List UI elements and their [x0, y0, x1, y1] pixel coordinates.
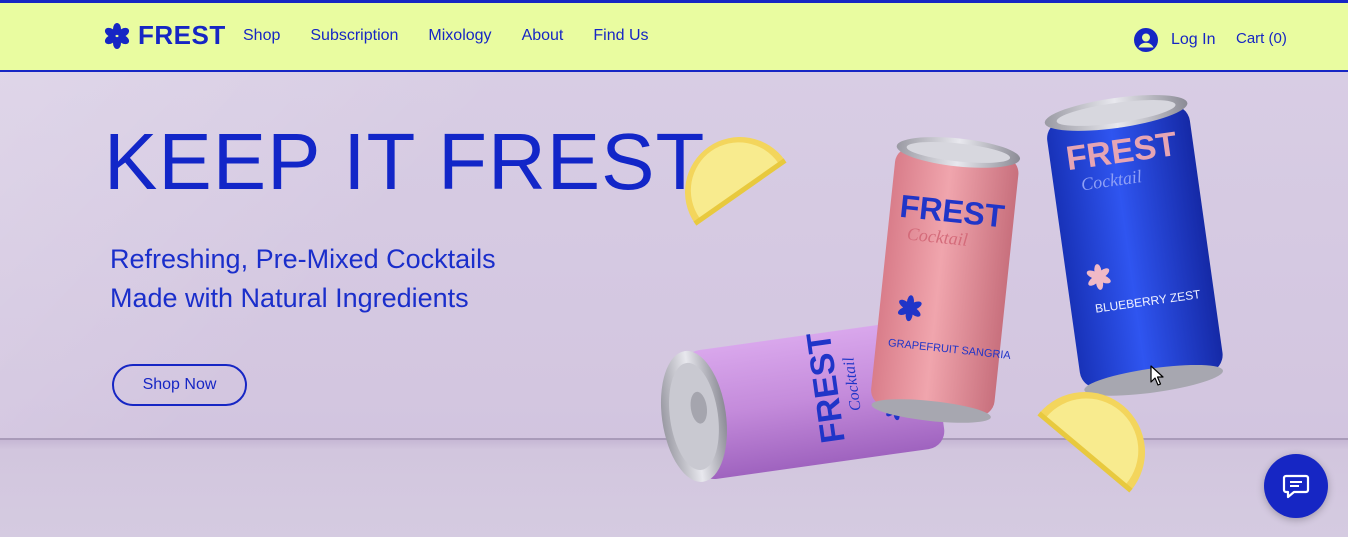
hero-section: KEEP IT FREST Refreshing, Pre-Mixed Cock…	[0, 72, 1348, 537]
nav-item-find-us[interactable]: Find Us	[593, 27, 648, 45]
hero-subtitle: Refreshing, Pre-Mixed Cocktails Made wit…	[110, 240, 496, 318]
mouse-cursor-icon	[1150, 365, 1164, 386]
chat-bubble-icon	[1282, 474, 1310, 499]
nav-item-mixology[interactable]: Mixology	[428, 27, 491, 45]
hero-subtitle-line-1: Refreshing, Pre-Mixed Cocktails	[110, 244, 496, 274]
login-label: Log In	[1171, 31, 1216, 48]
asterisk-flower-icon	[104, 22, 130, 49]
nav-item-about[interactable]: About	[522, 27, 564, 45]
site-header: FREST Shop Subscription Mixology About F…	[0, 0, 1348, 72]
cart-link[interactable]: Cart (0)	[1236, 30, 1287, 47]
shop-now-button[interactable]: Shop Now	[112, 364, 247, 406]
user-avatar-icon	[1134, 28, 1158, 52]
brand-name: FREST	[138, 20, 226, 50]
chat-button[interactable]	[1264, 454, 1328, 518]
login-button[interactable]: Log In	[1134, 28, 1215, 52]
main-nav: Shop Subscription Mixology About Find Us	[243, 27, 649, 45]
hero-subtitle-line-2: Made with Natural Ingredients	[110, 283, 469, 313]
nav-item-subscription[interactable]: Subscription	[310, 27, 398, 45]
brand-logo[interactable]: FREST	[104, 20, 226, 51]
nav-item-shop[interactable]: Shop	[243, 27, 280, 45]
lemon-slice-top	[685, 137, 787, 226]
cans-artwork: FREST Cocktail CHERRY MARTINI FREST Cock…	[660, 95, 1223, 493]
can-blueberry-zest: FREST Cocktail BLUEBERRY ZEST	[1044, 95, 1223, 396]
can-grapefruit-sangria: FREST Cocktail GRAPEFRUIT SANGRIA	[871, 137, 1021, 423]
